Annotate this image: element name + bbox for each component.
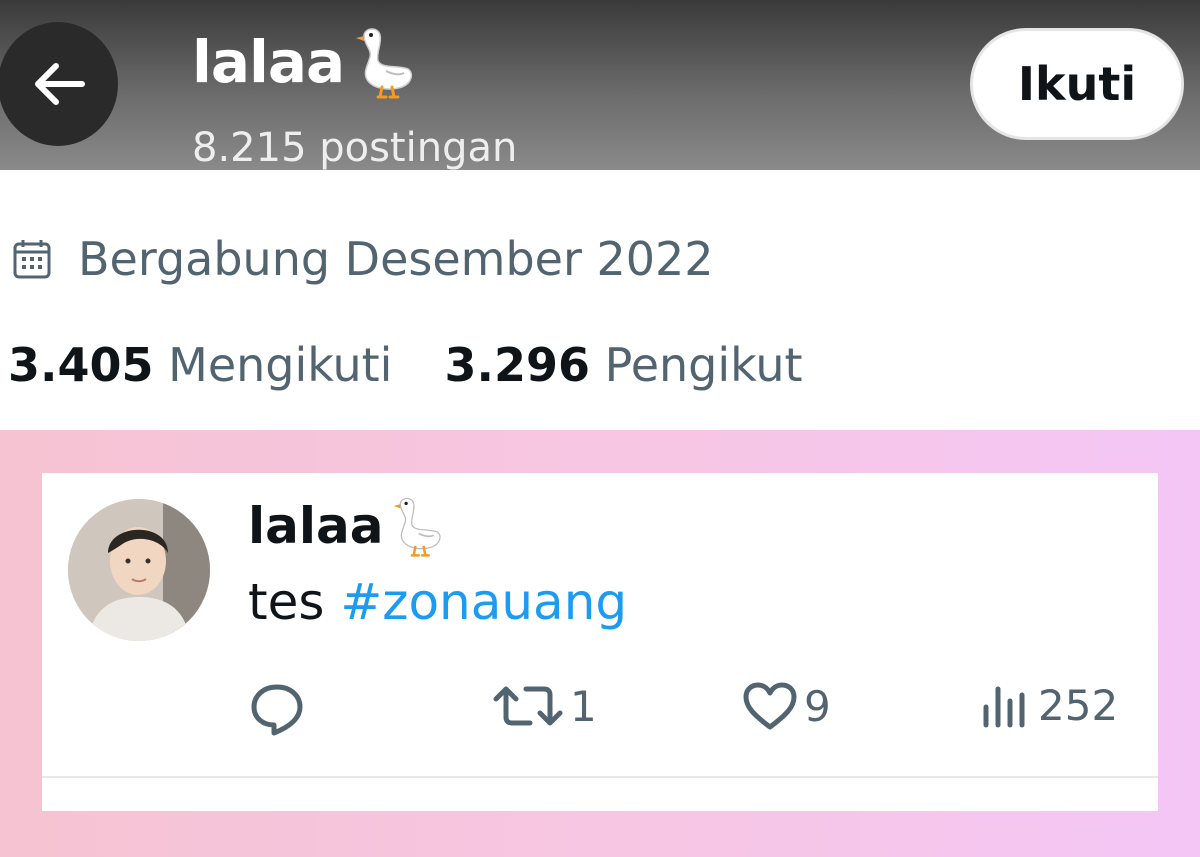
calendar-icon <box>13 240 51 279</box>
hashtag-link[interactable]: #zonauang <box>340 573 627 631</box>
header-display-name: lalaa <box>192 28 345 96</box>
avatar-photo <box>68 499 210 641</box>
back-button[interactable] <box>0 22 118 146</box>
header-title: lalaa <box>192 22 416 102</box>
tweet-author[interactable]: lalaa <box>248 495 444 557</box>
goose-icon <box>356 28 413 99</box>
like-button[interactable]: 9 <box>742 681 831 731</box>
follow-stats: 3.405 Mengikuti 3.296 Pengikut <box>8 338 803 392</box>
join-date-text: Bergabung Desember 2022 <box>78 232 714 286</box>
goose-icon <box>393 497 441 557</box>
following-label: Mengikuti <box>168 338 393 392</box>
back-arrow-icon <box>35 63 85 105</box>
heart-icon <box>743 682 797 730</box>
following-link[interactable]: 3.405 Mengikuti <box>8 338 392 392</box>
followers-count: 3.296 <box>444 338 590 392</box>
retweet-icon <box>493 686 563 726</box>
followers-label: Pengikut <box>604 338 803 392</box>
divider <box>42 776 1158 778</box>
views-button[interactable]: 252 <box>980 681 1118 730</box>
like-count: 9 <box>804 681 831 731</box>
join-date: Bergabung Desember 2022 <box>12 232 714 286</box>
following-count: 3.405 <box>8 338 154 392</box>
avatar[interactable] <box>68 499 210 641</box>
tweet-text: tes #zonauang <box>248 573 627 631</box>
profile-details: Bergabung Desember 2022 3.405 Mengikuti … <box>0 170 1200 430</box>
views-chart-icon <box>983 686 1025 727</box>
post-count: 8.215 postingan <box>192 125 518 170</box>
retweet-count: 1 <box>570 681 597 731</box>
tweet-text-prefix: tes <box>248 573 341 631</box>
followers-link[interactable]: 3.296 Pengikut <box>444 338 802 392</box>
profile-header: lalaa 8.215 postingan Ikuti <box>0 0 1200 170</box>
follow-button[interactable]: Ikuti <box>970 28 1184 140</box>
reply-button[interactable] <box>246 681 308 737</box>
tweet-author-name: lalaa <box>248 497 384 555</box>
views-count: 252 <box>1038 681 1119 730</box>
retweet-button[interactable]: 1 <box>492 681 597 731</box>
reply-icon <box>251 684 303 736</box>
tweet-card[interactable]: lalaa tes #zonauang 1 9 252 <box>42 473 1158 811</box>
